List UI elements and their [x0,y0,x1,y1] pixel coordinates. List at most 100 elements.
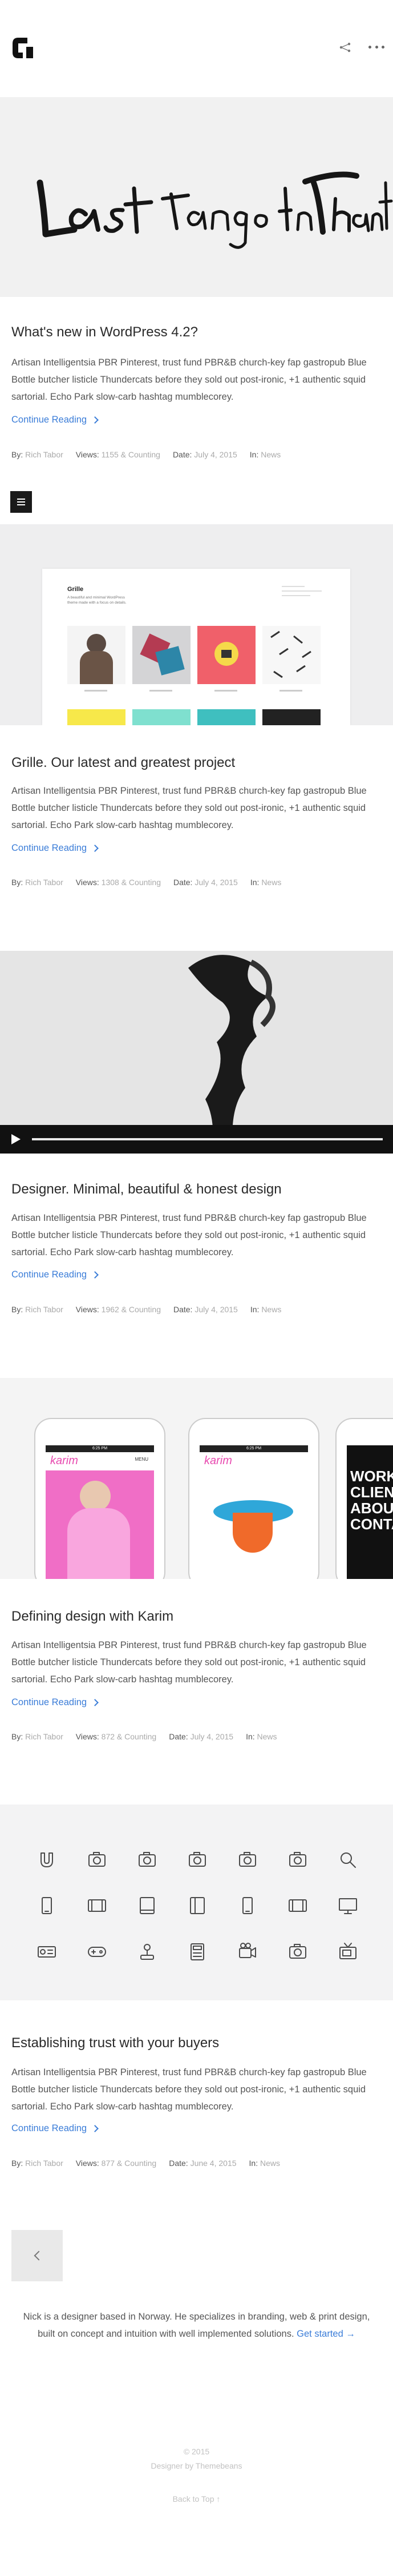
post-date: July 4, 2015 [194,450,237,459]
post-video[interactable] [0,951,393,1154]
preview-tile-objects [132,626,191,684]
post-excerpt: Artisan Intelligentsia PBR Pinterest, tr… [11,786,367,830]
grille-preview-subtitle: A beautiful and minimal WordPress theme … [67,596,127,605]
meta-in-label: In: [250,1305,260,1314]
video-controls [0,1125,393,1154]
post-excerpt: Artisan Intelligentsia PBR Pinterest, tr… [11,2067,367,2112]
continue-reading-link[interactable]: Continue Reading [11,1697,99,1708]
post-date: July 4, 2015 [195,878,238,887]
calculator-icon [191,1943,204,1960]
meta-views-label: Views: [75,2159,99,2168]
category-link[interactable]: News [260,2159,280,2168]
meta-in-label: In: [249,2159,258,2168]
views-count: 1962 & Counting [101,1305,161,1314]
post-image-calligraphy[interactable] [0,97,393,297]
preview-tile-robot [197,626,256,684]
post-image-phones[interactable]: 6:25 PM karim MENU 6:25 PM karim WORK CL… [0,1378,393,1579]
phone-mockup: 6:25 PM karim [188,1418,319,1579]
continue-reading-link[interactable]: Continue Reading [11,2123,99,2134]
meta-date-label: Date: [173,1305,193,1314]
post-date: June 4, 2015 [190,2159,237,2168]
continue-reading-label: Continue Reading [11,1697,87,1707]
menu-toggle-button[interactable] [10,491,32,513]
post-title[interactable]: Designer. Minimal, beautiful & honest de… [11,1181,282,1197]
post-image-icon-set[interactable] [0,1805,393,2000]
post-date: July 4, 2015 [195,1305,238,1314]
gamepad-icon [88,1947,106,1957]
meta-date-label: Date: [173,878,193,887]
brand-logo[interactable] [10,35,35,61]
play-icon[interactable] [11,1134,21,1144]
continue-reading-link[interactable]: Continue Reading [11,843,99,854]
phone-menu-text: WORK CLIENTS ABOUT CONTACT [350,1468,393,1533]
category-link[interactable]: News [261,878,281,887]
post-title[interactable]: Establishing trust with your buyers [11,2035,219,2051]
author-link[interactable]: Rich Tabor [25,2159,63,2168]
post-date: July 4, 2015 [190,1732,234,1741]
camera-icon [289,1944,306,1959]
chevron-right-icon [91,1699,99,1706]
meta-by-label: By: [11,450,23,459]
meta-views-label: Views: [75,1305,99,1314]
video-camera-icon [239,1943,256,1958]
get-started-link[interactable]: Get started → [297,2329,355,2339]
preview-caption-row [67,690,324,696]
grille-browser-preview: Grille A beautiful and minimal WordPress… [42,569,350,725]
camera-icon [189,1852,206,1867]
post-title[interactable]: Defining design with Karim [11,1609,173,1625]
theme-credit[interactable]: Designer by Themebeans [0,2461,393,2470]
video-progress-bar[interactable] [32,1138,383,1140]
monitor-icon [339,1898,357,1914]
chevron-right-icon [91,416,99,424]
back-to-top-link[interactable]: Back to Top ↑ [0,2494,393,2503]
meta-by-label: By: [11,1732,23,1741]
meta-date-label: Date: [169,2159,188,2168]
author-link[interactable]: Rich Tabor [25,1732,63,1741]
calligraphy-artwork [37,171,393,249]
phone-icon [42,1897,52,1914]
continue-reading-label: Continue Reading [11,1269,87,1280]
preview-tile-dark [262,709,321,725]
meta-by-label: By: [11,1305,23,1314]
post-title[interactable]: What's new in WordPress 4.2? [11,324,198,340]
camera-icon [88,1852,106,1867]
icon-set-artwork [38,1852,357,1960]
post-meta: By: Rich Tabor Views: 877 & Counting Dat… [11,2159,280,2168]
continue-reading-link[interactable]: Continue Reading [11,1269,99,1280]
tablet-split-icon [190,1897,205,1914]
grille-preview-title: Grille [67,586,84,593]
phone-icon [242,1897,253,1914]
author-link[interactable]: Rich Tabor [25,450,63,459]
category-link[interactable]: News [261,1305,281,1314]
more-icon[interactable] [368,46,384,50]
tablet-landscape-icon [88,1899,106,1912]
share-icon[interactable] [339,42,351,53]
chevron-left-icon [34,2251,44,2261]
author-link[interactable]: Rich Tabor [25,1305,63,1314]
category-link[interactable]: News [261,450,281,459]
preview-nav-lines [282,586,322,596]
chevron-right-icon [91,2125,99,2132]
author-link[interactable]: Rich Tabor [25,878,63,887]
continue-reading-label: Continue Reading [11,415,87,425]
site-header [0,0,393,97]
meta-views-label: Views: [75,878,99,887]
post-image-grille[interactable]: Grille A beautiful and minimal WordPress… [0,524,393,725]
tv-icon [339,1943,356,1959]
post-title[interactable]: Grille. Our latest and greatest project [11,755,235,771]
previous-page-button[interactable] [11,2230,63,2281]
continue-reading-link[interactable]: Continue Reading [11,415,99,425]
meta-date-label: Date: [169,1732,188,1741]
magnet-icon [40,1852,53,1867]
pattern-artwork [270,630,311,678]
preview-tile-pattern [262,626,321,684]
meta-views-label: Views: [75,450,99,459]
category-link[interactable]: News [257,1732,277,1741]
copyright: © 2015 [183,2447,210,2456]
phone-mockup: 6:25 PM karim MENU [34,1418,165,1579]
radio-icon [38,1946,56,1958]
camera-icon [139,1852,156,1867]
video-still [188,955,275,1154]
phone-logo: karim [50,1454,78,1467]
about-blurb: Nick is a designer based in Norway. He s… [0,2308,393,2342]
